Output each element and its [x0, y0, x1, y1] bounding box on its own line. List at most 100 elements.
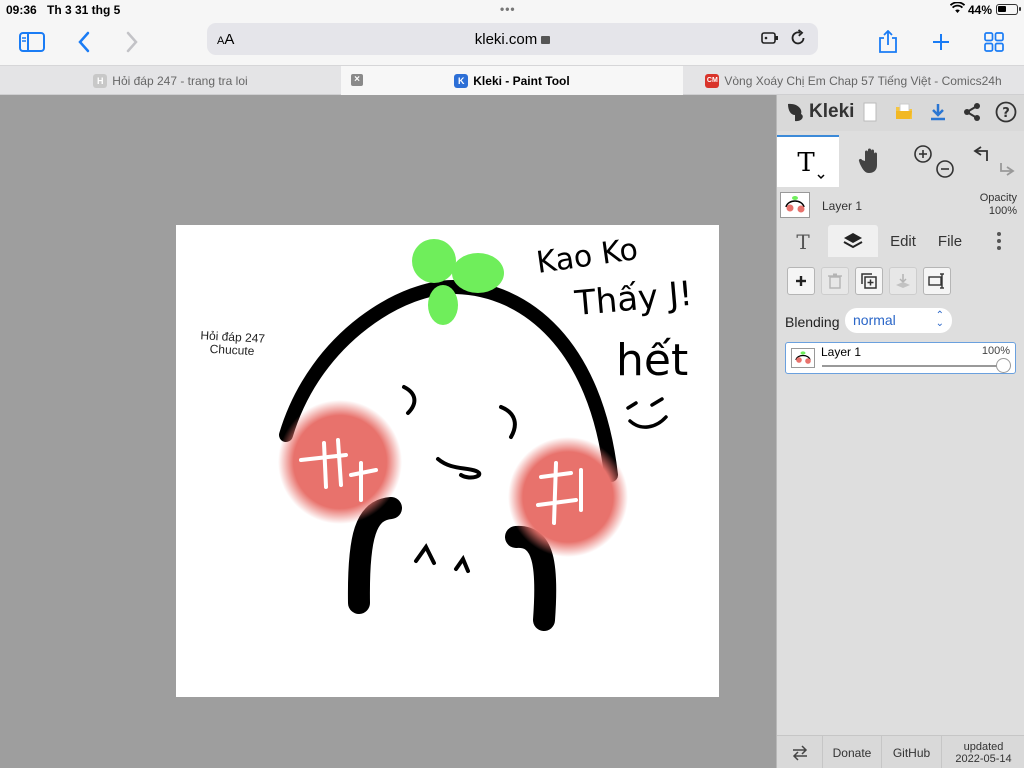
tool-row: T [777, 135, 1024, 187]
right-cheek [508, 437, 628, 557]
right-eye [499, 405, 517, 439]
current-layer-info[interactable]: Layer 1 Opacity 100% [777, 189, 1024, 223]
sidebar-icon[interactable] [16, 26, 48, 58]
open-folder-icon[interactable] [891, 99, 917, 125]
updated-info: updated 2022-05-14 [955, 740, 1012, 765]
donate-link[interactable]: Donate [823, 736, 882, 768]
merge-down-icon [896, 274, 910, 288]
layer-item-name: Layer 1 [821, 345, 862, 359]
reload-icon[interactable] [789, 29, 807, 52]
tab-tool-settings[interactable]: T [783, 225, 823, 257]
zoom-buttons[interactable] [901, 135, 963, 187]
tab-bar: H Hỏi đáp 247 - trang tra loi × K Kleki … [0, 65, 1024, 95]
kleki-side-panel: Kleki ? T Layer 1 Opacity 100% T Edit Fi… [776, 95, 1024, 768]
tab-favicon: K [454, 73, 469, 88]
current-layer-name: Layer 1 [822, 199, 863, 213]
address-bar[interactable]: AA kleki.com [207, 23, 818, 55]
kleki-logo[interactable]: Kleki [785, 101, 854, 123]
battery-percentage: 44% [968, 3, 993, 17]
panel-footer: Donate GitHub updated 2022-05-14 [777, 735, 1024, 768]
tab-favicon: H [93, 73, 108, 88]
left-foot-mark [414, 543, 436, 565]
zoom-in-out-icon [914, 145, 954, 178]
layer-opacity-slider-handle[interactable] [996, 358, 1011, 373]
tab-label: Kleki - Paint Tool [473, 73, 570, 88]
kleki-header: Kleki ? [777, 95, 1024, 131]
rename-layer-button[interactable] [923, 267, 951, 295]
svg-text:T: T [796, 230, 810, 252]
svg-text:?: ? [1002, 106, 1010, 121]
mouth [436, 457, 482, 480]
layer-item-thumbnail [791, 348, 815, 368]
left-leg [347, 497, 402, 614]
duplicate-icon [861, 273, 877, 289]
smiley-face [626, 397, 668, 429]
leaf-left [412, 239, 456, 283]
add-layer-button[interactable] [787, 267, 815, 295]
swap-panel-side-icon[interactable] [777, 736, 823, 768]
plus-icon [796, 276, 806, 286]
layer-list-item[interactable]: Layer 1 100% [785, 342, 1016, 374]
tab-kleki[interactable]: × K Kleki - Paint Tool [341, 66, 683, 95]
help-icon[interactable]: ? [993, 99, 1019, 125]
trash-icon [828, 273, 842, 289]
drawing-strokes: Kao Ko Thấy J! hết [278, 232, 694, 631]
svg-text:T: T [797, 148, 815, 178]
canvas-workspace[interactable]: Hỏi đáp 247 Chucute Kao Ko Thấy J! hết [0, 95, 776, 768]
right-foot-mark [454, 554, 470, 573]
status-bar: 09:36 Th 3 31 thg 5 ••• 44% [0, 0, 1024, 20]
download-icon[interactable] [925, 99, 951, 125]
more-options-icon[interactable] [989, 225, 1009, 257]
leaf-right [452, 253, 504, 293]
undo-redo-buttons[interactable] [963, 135, 1024, 187]
merge-down-button[interactable] [889, 267, 917, 295]
new-image-icon[interactable] [857, 99, 883, 125]
multitask-dots-icon[interactable]: ••• [500, 2, 516, 16]
status-date: Th 3 31 thg 5 [47, 3, 121, 17]
lock-icon [541, 36, 551, 44]
forward-icon[interactable] [116, 26, 148, 58]
undo-redo-icon [973, 146, 1015, 176]
layer-opacity-slider-track[interactable] [822, 365, 1003, 367]
wifi-icon [949, 1, 966, 17]
select-chevron-icon: ⌃ ⌄ [935, 310, 944, 329]
handwriting-line-1: Kao Ko [534, 232, 640, 281]
layer-thumbnail [780, 192, 810, 218]
tab-comics24h[interactable]: CM Vòng Xoáy Chị Em Chap 57 Tiếng Việt -… [683, 66, 1024, 95]
tab-layers[interactable] [828, 225, 878, 257]
tab-label: Hỏi đáp 247 - trang tra loi [112, 73, 248, 88]
browser-toolbar: AA kleki.com [0, 20, 1024, 64]
new-tab-icon[interactable] [925, 26, 957, 58]
tab-edit[interactable]: Edit [881, 225, 925, 257]
drawing-canvas[interactable]: Hỏi đáp 247 Chucute Kao Ko Thấy J! hết [176, 225, 719, 697]
layer-opacity-readout: Opacity 100% [979, 192, 1017, 217]
tab-overview-icon[interactable] [978, 26, 1010, 58]
extension-icon[interactable] [760, 29, 780, 52]
tab-hoidap[interactable]: H Hỏi đáp 247 - trang tra loi [0, 66, 341, 95]
tab-file[interactable]: File [929, 225, 971, 257]
share-icon[interactable] [959, 99, 985, 125]
blending-mode-select[interactable]: normal ⌃ ⌄ [845, 308, 952, 333]
duplicate-layer-button[interactable] [855, 267, 883, 295]
left-eye [402, 385, 417, 415]
status-time: 09:36 [6, 3, 37, 17]
back-icon[interactable] [68, 26, 100, 58]
close-tab-icon[interactable]: × [351, 74, 363, 86]
hand-icon [858, 148, 877, 173]
text-tool-icon: T [797, 148, 825, 180]
text-tool-button[interactable]: T [777, 135, 839, 187]
github-link[interactable]: GitHub [882, 736, 942, 768]
text-settings-icon: T [796, 230, 810, 252]
url-text: kleki.com [207, 31, 818, 48]
hand-tool-button[interactable] [839, 135, 901, 187]
tab-label: Vòng Xoáy Chị Em Chap 57 Tiếng Việt - Co… [724, 73, 1002, 88]
panel-subtabs: T Edit File [777, 225, 1024, 257]
rename-icon [928, 273, 944, 289]
blending-label: Blending [785, 314, 840, 330]
handwriting-line-3: hết [616, 335, 688, 386]
battery-icon [996, 4, 1021, 15]
leaf-stem [428, 285, 458, 325]
delete-layer-button[interactable] [821, 267, 849, 295]
layers-icon [843, 233, 863, 249]
share-icon[interactable] [872, 26, 904, 58]
